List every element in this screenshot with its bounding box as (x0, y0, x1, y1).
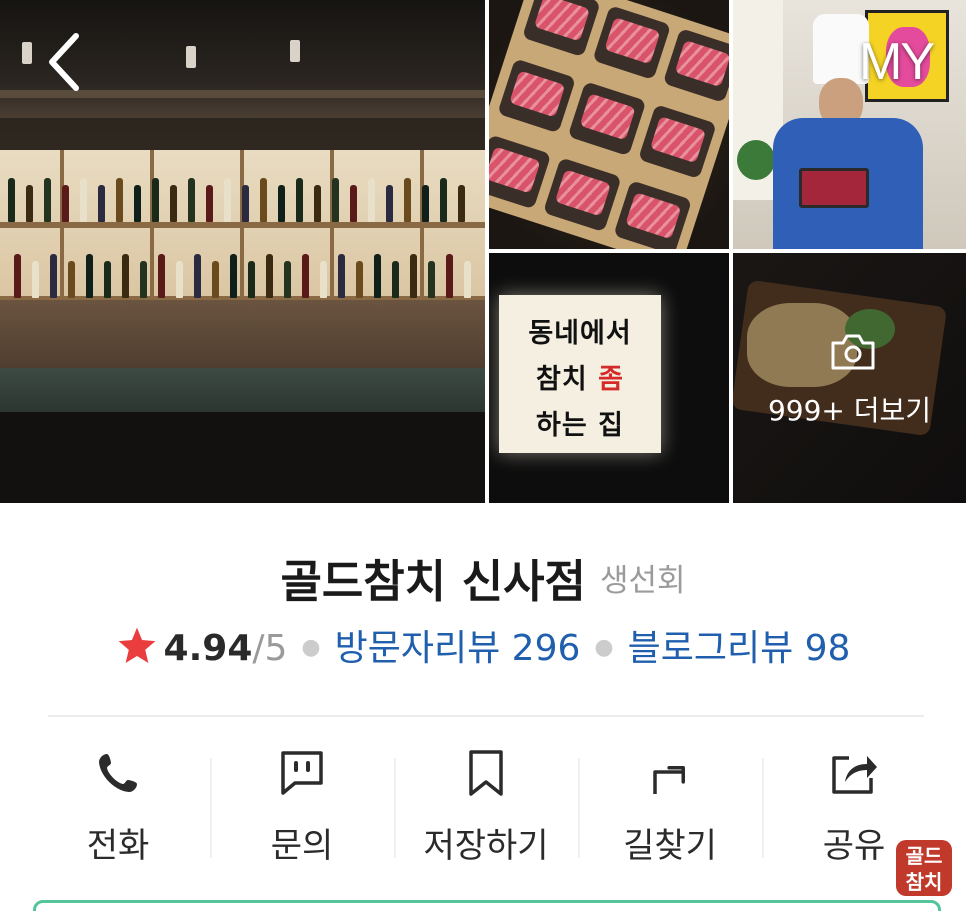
separator-dot: ● (301, 635, 321, 660)
rating-max: /5 (252, 628, 288, 669)
call-button[interactable]: 전화 (26, 742, 210, 872)
photo-store-sign[interactable]: 동네에서 참치 좀 하는 집 (489, 253, 729, 503)
place-title-row: 골드참치 신사점 생선회 (0, 545, 966, 610)
directions-icon (653, 766, 685, 794)
call-label: 전화 (86, 826, 150, 866)
info-card (33, 900, 941, 911)
separator-dot: ● (594, 635, 614, 660)
directions-button[interactable]: 길찾기 (578, 742, 762, 872)
store-sign: 동네에서 참치 좀 하는 집 (499, 295, 661, 453)
bookmark-icon (469, 750, 503, 796)
rating-value: 4.94 (163, 628, 253, 669)
inquiry-button[interactable]: 문의 (210, 742, 394, 872)
phone-icon (99, 754, 137, 792)
back-icon[interactable] (40, 30, 90, 94)
chat-icon (281, 751, 323, 795)
directions-label: 길찾기 (623, 826, 717, 866)
place-name: 골드참치 신사점 (280, 555, 586, 608)
visitor-review-link[interactable]: 방문자리뷰 296 (335, 628, 581, 669)
camera-icon (831, 334, 875, 370)
brand-seal-logo: 골드 참치 (896, 840, 952, 896)
save-button[interactable]: 저장하기 (394, 742, 578, 872)
star-icon (118, 627, 155, 663)
save-label: 저장하기 (423, 826, 549, 866)
my-button[interactable]: MY (846, 32, 946, 92)
photo-gallery: 동네에서 참치 좀 하는 집 999+ 더보기 MY (0, 0, 966, 503)
review-summary: 4.94/5 ● 방문자리뷰 296 ● 블로그리뷰 98 (0, 623, 966, 674)
photo-more-button[interactable]: 999+ 더보기 (733, 253, 966, 503)
photo-tuna-platter[interactable] (489, 0, 729, 249)
action-bar: 전화 문의 저장하기 길찾기 공유 (26, 742, 940, 872)
share-icon (832, 756, 877, 794)
more-photos-label: 999+ 더보기 (767, 394, 932, 427)
divider (48, 715, 924, 717)
blog-review-link[interactable]: 블로그리뷰 98 (628, 628, 851, 669)
inquiry-label: 문의 (270, 826, 334, 866)
place-category: 생선회 (599, 563, 686, 599)
